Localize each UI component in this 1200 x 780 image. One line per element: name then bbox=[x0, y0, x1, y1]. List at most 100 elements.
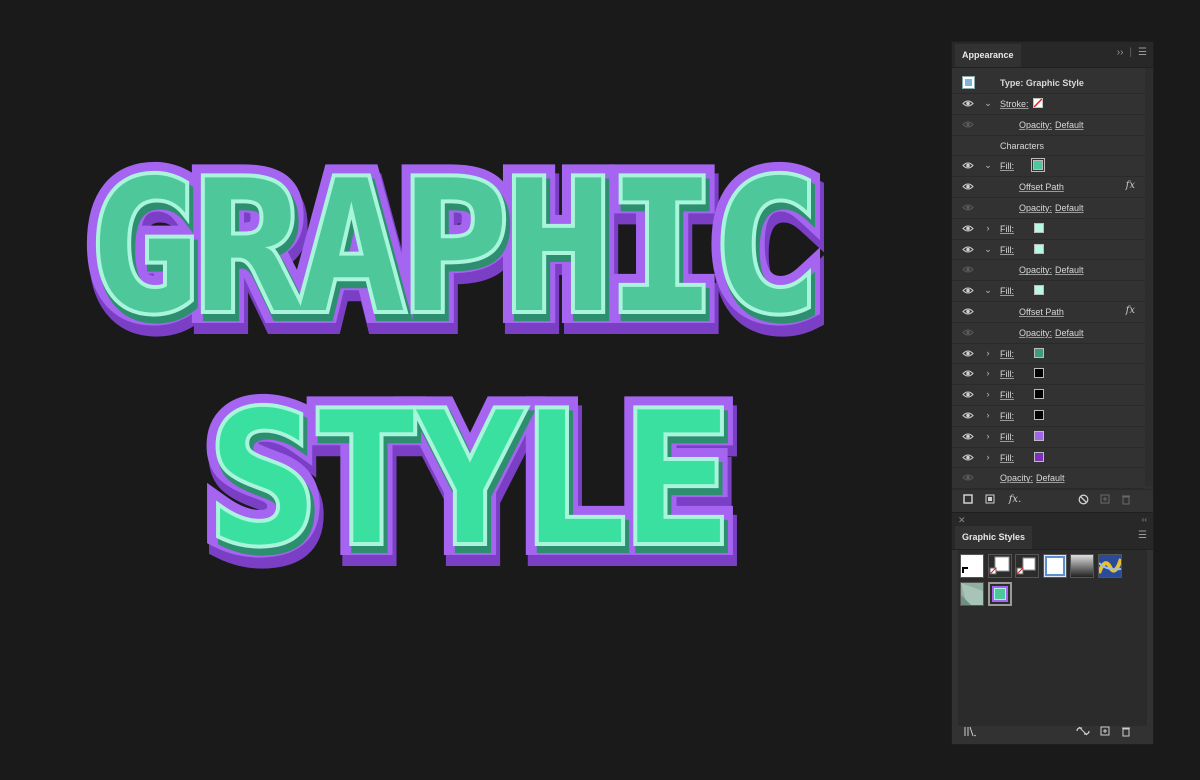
visibility-eye-icon[interactable] bbox=[962, 432, 974, 441]
visibility-eye-icon[interactable] bbox=[962, 265, 974, 274]
collapse-caret-icon[interactable]: ⌄ bbox=[984, 244, 992, 255]
appearance-row-label[interactable]: Opacity: Default bbox=[1000, 473, 1065, 483]
appearance-row-label[interactable]: Fill: bbox=[1000, 369, 1014, 379]
visibility-eye-icon[interactable] bbox=[962, 473, 974, 482]
appearance-row-sub[interactable]: Opacity: Default bbox=[952, 115, 1145, 136]
fill-color-swatch[interactable] bbox=[1034, 389, 1044, 400]
graphic-style-thumb-style-3[interactable] bbox=[1015, 554, 1039, 578]
fill-color-swatch[interactable] bbox=[1034, 451, 1044, 462]
appearance-row-sub[interactable]: Opacity: Default bbox=[952, 323, 1145, 344]
appearance-row-label[interactable]: Offset Path bbox=[1019, 182, 1064, 192]
appearance-row-label[interactable]: Fill: bbox=[1000, 411, 1014, 421]
graphic-style-thumb-gray-gradient-style[interactable] bbox=[1070, 554, 1094, 578]
appearance-row-label[interactable]: Fill: bbox=[1000, 432, 1014, 442]
fill-color-swatch[interactable] bbox=[1034, 222, 1044, 233]
graphic-style-thumb-graphic-style-current[interactable] bbox=[987, 582, 1012, 606]
expand-caret-icon[interactable]: › bbox=[984, 368, 992, 378]
visibility-eye-icon[interactable] bbox=[962, 245, 974, 254]
appearance-row-effect[interactable]: Offset Path fx bbox=[952, 302, 1145, 323]
appearance-row-label[interactable]: Fill: bbox=[1000, 161, 1014, 171]
appearance-row-fill[interactable]: › Fill: bbox=[952, 448, 1145, 469]
appearance-row-fill[interactable]: ⌄ Fill: bbox=[952, 156, 1145, 178]
fill-color-swatch[interactable] bbox=[1034, 243, 1044, 254]
expand-caret-icon[interactable]: › bbox=[984, 348, 992, 358]
appearance-row-stroke[interactable]: ⌄ Stroke: bbox=[952, 94, 1145, 115]
tab-graphic-styles[interactable]: Graphic Styles bbox=[955, 526, 1033, 549]
visibility-eye-icon[interactable] bbox=[962, 453, 974, 462]
appearance-row-label[interactable]: Stroke: bbox=[1000, 99, 1029, 109]
appearance-row-sub[interactable]: Opacity: Default bbox=[952, 260, 1145, 282]
add-stroke-icon[interactable] bbox=[962, 494, 974, 506]
new-style-icon[interactable] bbox=[1099, 726, 1111, 738]
libraries-menu-icon[interactable] bbox=[962, 726, 978, 738]
menu-icon[interactable]: ☰ bbox=[1138, 530, 1147, 541]
fill-color-swatch[interactable] bbox=[1034, 409, 1044, 420]
visibility-eye-icon[interactable] bbox=[962, 182, 974, 191]
appearance-row-fill[interactable]: › Fill: bbox=[952, 364, 1145, 386]
stroke-none-swatch[interactable] bbox=[1033, 98, 1043, 108]
collapse-caret-icon[interactable]: ⌄ bbox=[984, 160, 992, 171]
fill-color-swatch[interactable] bbox=[1034, 285, 1044, 296]
delete-item-icon[interactable] bbox=[1120, 494, 1132, 506]
appearance-row-fill[interactable]: ⌄ Fill: bbox=[952, 240, 1145, 261]
visibility-eye-icon[interactable] bbox=[962, 307, 974, 316]
graphic-style-thumb-default-graphic-style[interactable] bbox=[960, 554, 984, 578]
fill-color-swatch[interactable] bbox=[1034, 347, 1044, 358]
expand-caret-icon[interactable]: › bbox=[984, 431, 992, 441]
appearance-row-label[interactable]: Fill: bbox=[1000, 390, 1014, 400]
graphic-style-thumb-blue-yellow-pattern-style[interactable] bbox=[1096, 554, 1123, 578]
visibility-eye-icon[interactable] bbox=[962, 286, 974, 295]
collapse-caret-icon[interactable]: ⌄ bbox=[984, 285, 992, 296]
add-fill-icon[interactable] bbox=[984, 494, 996, 506]
effect-fx-icon[interactable]: fx bbox=[1126, 305, 1135, 316]
visibility-eye-icon[interactable] bbox=[962, 99, 974, 108]
collapse-caret-icon[interactable]: ⌄ bbox=[984, 98, 992, 109]
fill-color-swatch[interactable] bbox=[1034, 430, 1044, 441]
collapse-panel-icon[interactable]: ‹‹ bbox=[1142, 515, 1147, 524]
appearance-row-label[interactable]: Fill: bbox=[1000, 286, 1014, 296]
expand-caret-icon[interactable]: › bbox=[984, 389, 992, 399]
delete-style-icon[interactable] bbox=[1120, 726, 1132, 738]
expand-caret-icon[interactable]: › bbox=[984, 223, 992, 233]
tab-appearance[interactable]: Appearance bbox=[955, 44, 1021, 67]
visibility-eye-icon[interactable] bbox=[962, 328, 974, 337]
appearance-row-label[interactable]: Fill: bbox=[1000, 245, 1014, 255]
appearance-row-label[interactable]: Opacity: Default bbox=[1019, 328, 1084, 338]
duplicate-item-icon[interactable] bbox=[1099, 494, 1111, 506]
visibility-eye-icon[interactable] bbox=[962, 390, 974, 399]
appearance-row-label[interactable]: Fill: bbox=[1000, 453, 1014, 463]
expand-caret-icon[interactable]: › bbox=[984, 452, 992, 462]
appearance-row-sub[interactable]: Opacity: Default bbox=[952, 198, 1145, 219]
fill-color-swatch[interactable] bbox=[1031, 158, 1045, 173]
appearance-row-fill[interactable]: › Fill: bbox=[952, 406, 1145, 427]
appearance-row-label[interactable]: Opacity: Default bbox=[1019, 203, 1084, 213]
visibility-eye-icon[interactable] bbox=[962, 224, 974, 233]
artboard-canvas[interactable]: GRAPHIC GRAPHIC GRAPHIC GRAPHIC GRAPHIC … bbox=[0, 0, 940, 780]
appearance-row-label[interactable]: Opacity: Default bbox=[1019, 120, 1084, 130]
graphic-style-thumb-blue-outline-style[interactable] bbox=[1042, 554, 1067, 578]
menu-icon[interactable]: ☰ bbox=[1138, 47, 1147, 58]
break-link-icon[interactable] bbox=[1076, 726, 1090, 738]
graphic-style-artwork[interactable]: GRAPHIC GRAPHIC GRAPHIC GRAPHIC GRAPHIC … bbox=[0, 0, 940, 780]
appearance-row-section[interactable]: Characters bbox=[952, 136, 1145, 157]
appearance-row-label[interactable]: Opacity: Default bbox=[1019, 265, 1084, 275]
appearance-scrollbar[interactable] bbox=[1145, 68, 1153, 486]
visibility-eye-icon[interactable] bbox=[962, 161, 974, 170]
appearance-row-effect[interactable]: Offset Path fx bbox=[952, 177, 1145, 198]
visibility-eye-icon[interactable] bbox=[962, 120, 974, 129]
appearance-row-label[interactable]: Fill: bbox=[1000, 224, 1014, 234]
appearance-row-fill[interactable]: › Fill: bbox=[952, 219, 1145, 240]
appearance-row-fill[interactable]: › Fill: bbox=[952, 344, 1145, 365]
appearance-row-main-opacity[interactable]: Opacity: Default bbox=[952, 468, 1145, 490]
visibility-eye-icon[interactable] bbox=[962, 411, 974, 420]
appearance-row-fill[interactable]: › Fill: bbox=[952, 385, 1145, 406]
appearance-type-row[interactable]: Type: Graphic Style bbox=[952, 73, 1145, 94]
appearance-row-fill[interactable]: ⌄ Fill: bbox=[952, 281, 1145, 302]
fx-menu-icon[interactable]: fx. bbox=[1006, 494, 1024, 506]
visibility-eye-icon[interactable] bbox=[962, 349, 974, 358]
fill-color-swatch[interactable] bbox=[1034, 368, 1044, 379]
clear-appearance-icon[interactable] bbox=[1077, 494, 1089, 506]
appearance-row-fill[interactable]: › Fill: bbox=[952, 427, 1145, 448]
visibility-eye-icon[interactable] bbox=[962, 203, 974, 212]
appearance-row-label[interactable]: Fill: bbox=[1000, 349, 1014, 359]
